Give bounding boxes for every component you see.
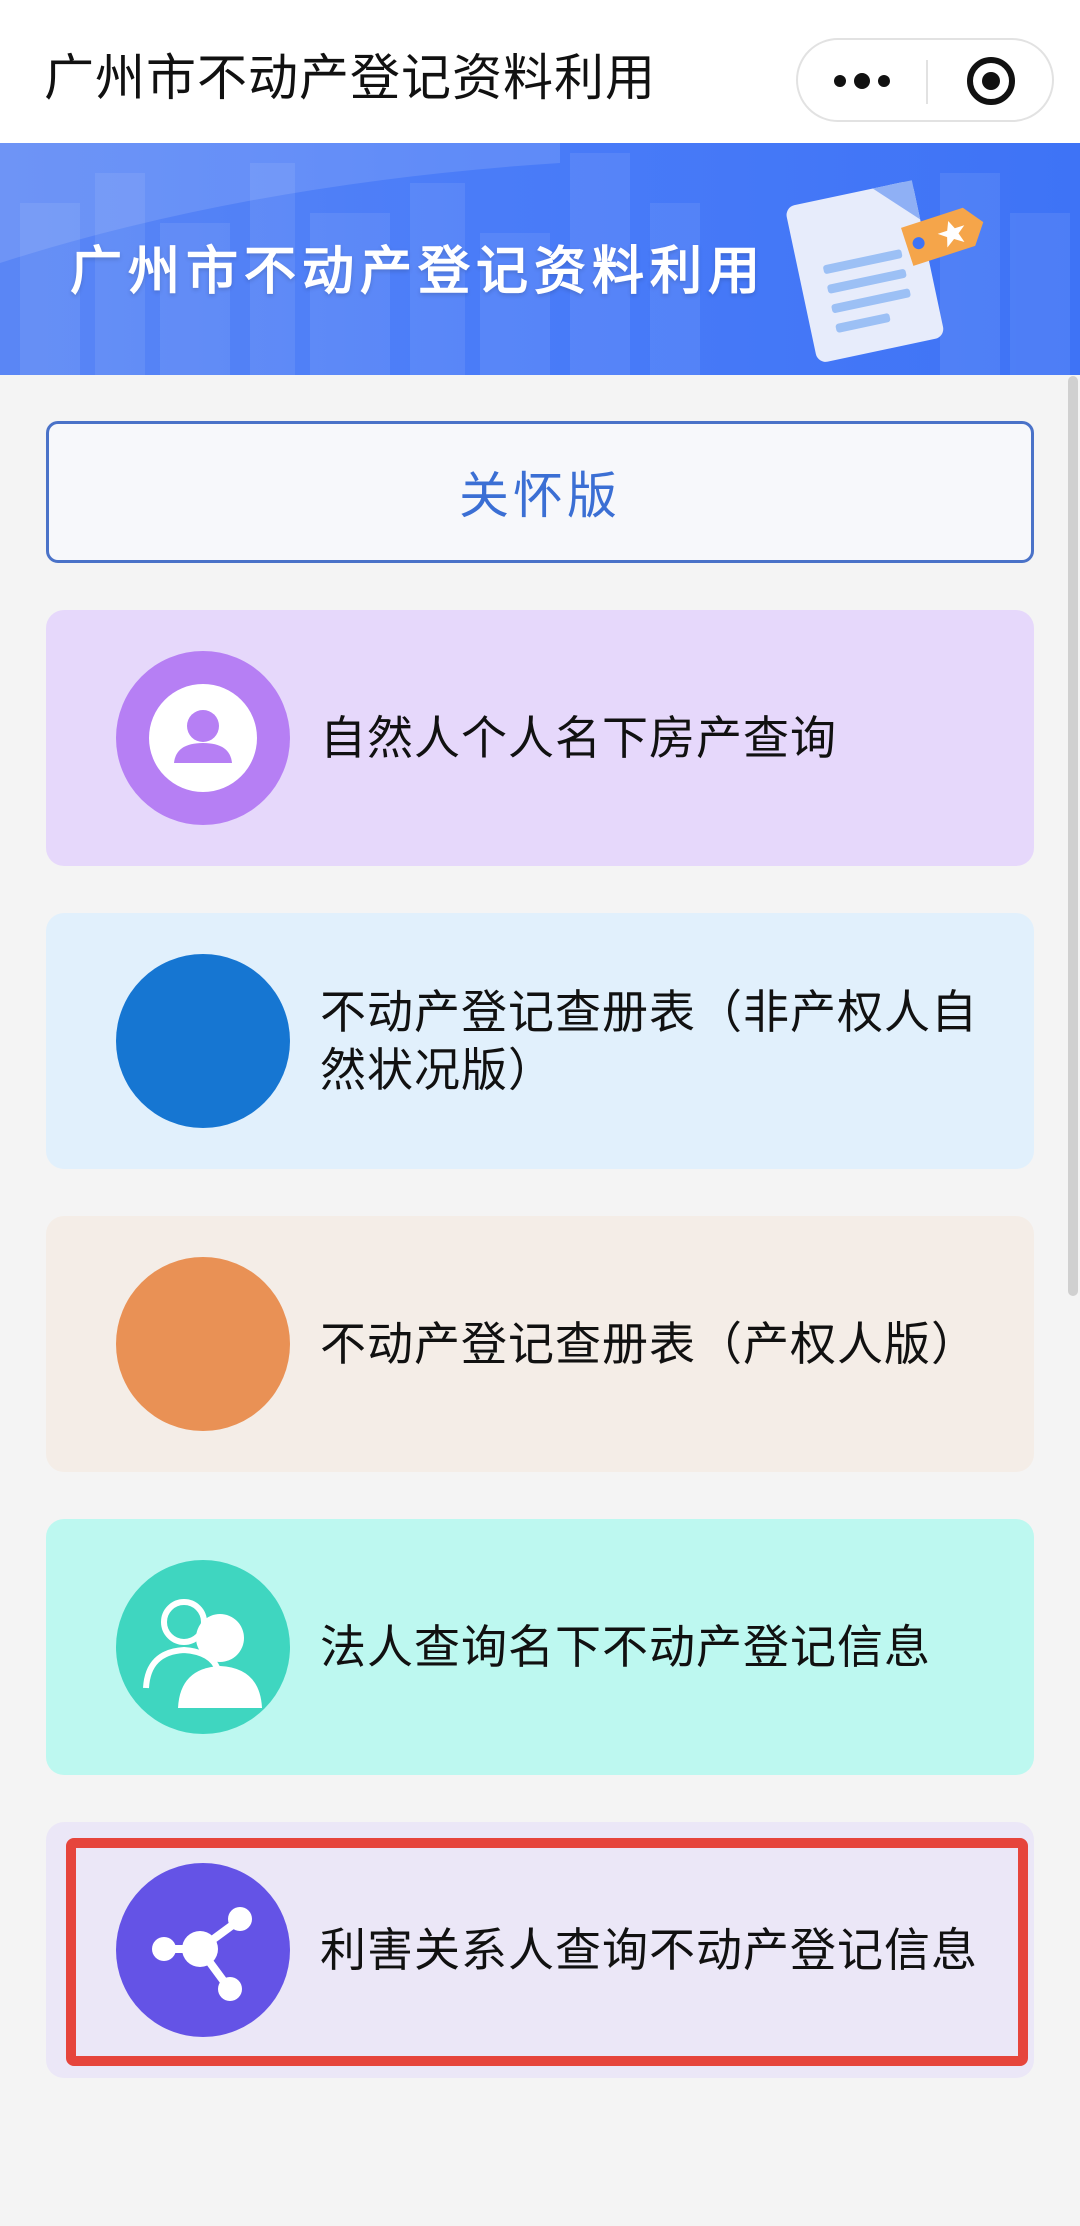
close-button[interactable] — [928, 40, 1054, 120]
header-banner: 广州市不动产登记资料利用 — [0, 143, 1080, 375]
service-label: 自然人个人名下房产查询 — [320, 711, 837, 765]
highlight-annotation — [66, 1838, 1028, 2066]
service-label: 法人查询名下不动产登记信息 — [320, 1620, 931, 1674]
navigation-bar: 广州市不动产登记资料利用 — [0, 0, 1080, 143]
service-label: 不动产登记查册表（产权人版） — [320, 1317, 978, 1371]
more-dots-icon — [834, 73, 890, 89]
service-card-personal-property-query[interactable]: 自然人个人名下房产查询 — [46, 610, 1034, 866]
banner-title: 广州市不动产登记资料利用 — [70, 242, 767, 302]
close-target-icon — [967, 57, 1015, 105]
care-version-button[interactable]: 关怀版 — [46, 421, 1034, 563]
more-button[interactable] — [798, 40, 926, 120]
service-label: 不动产登记查册表（非产权人自然状况版） — [320, 985, 978, 1097]
page-title: 广州市不动产登记资料利用 — [44, 49, 656, 107]
menu-capsule — [796, 38, 1054, 122]
person-icon — [116, 651, 290, 825]
people-icon — [116, 1560, 290, 1734]
service-card-register-owner[interactable]: 不动产登记查册表（产权人版） — [46, 1216, 1034, 1472]
care-version-label: 关怀版 — [459, 467, 621, 525]
service-card-legal-person-query[interactable]: 法人查询名下不动产登记信息 — [46, 1519, 1034, 1775]
service-card-register-non-owner[interactable]: 不动产登记查册表（非产权人自然状况版） — [46, 913, 1034, 1169]
blank-circle-icon — [116, 954, 290, 1128]
blank-circle-icon — [116, 1257, 290, 1431]
scrollbar[interactable] — [1068, 376, 1078, 1296]
document-tag-icon — [786, 180, 984, 362]
